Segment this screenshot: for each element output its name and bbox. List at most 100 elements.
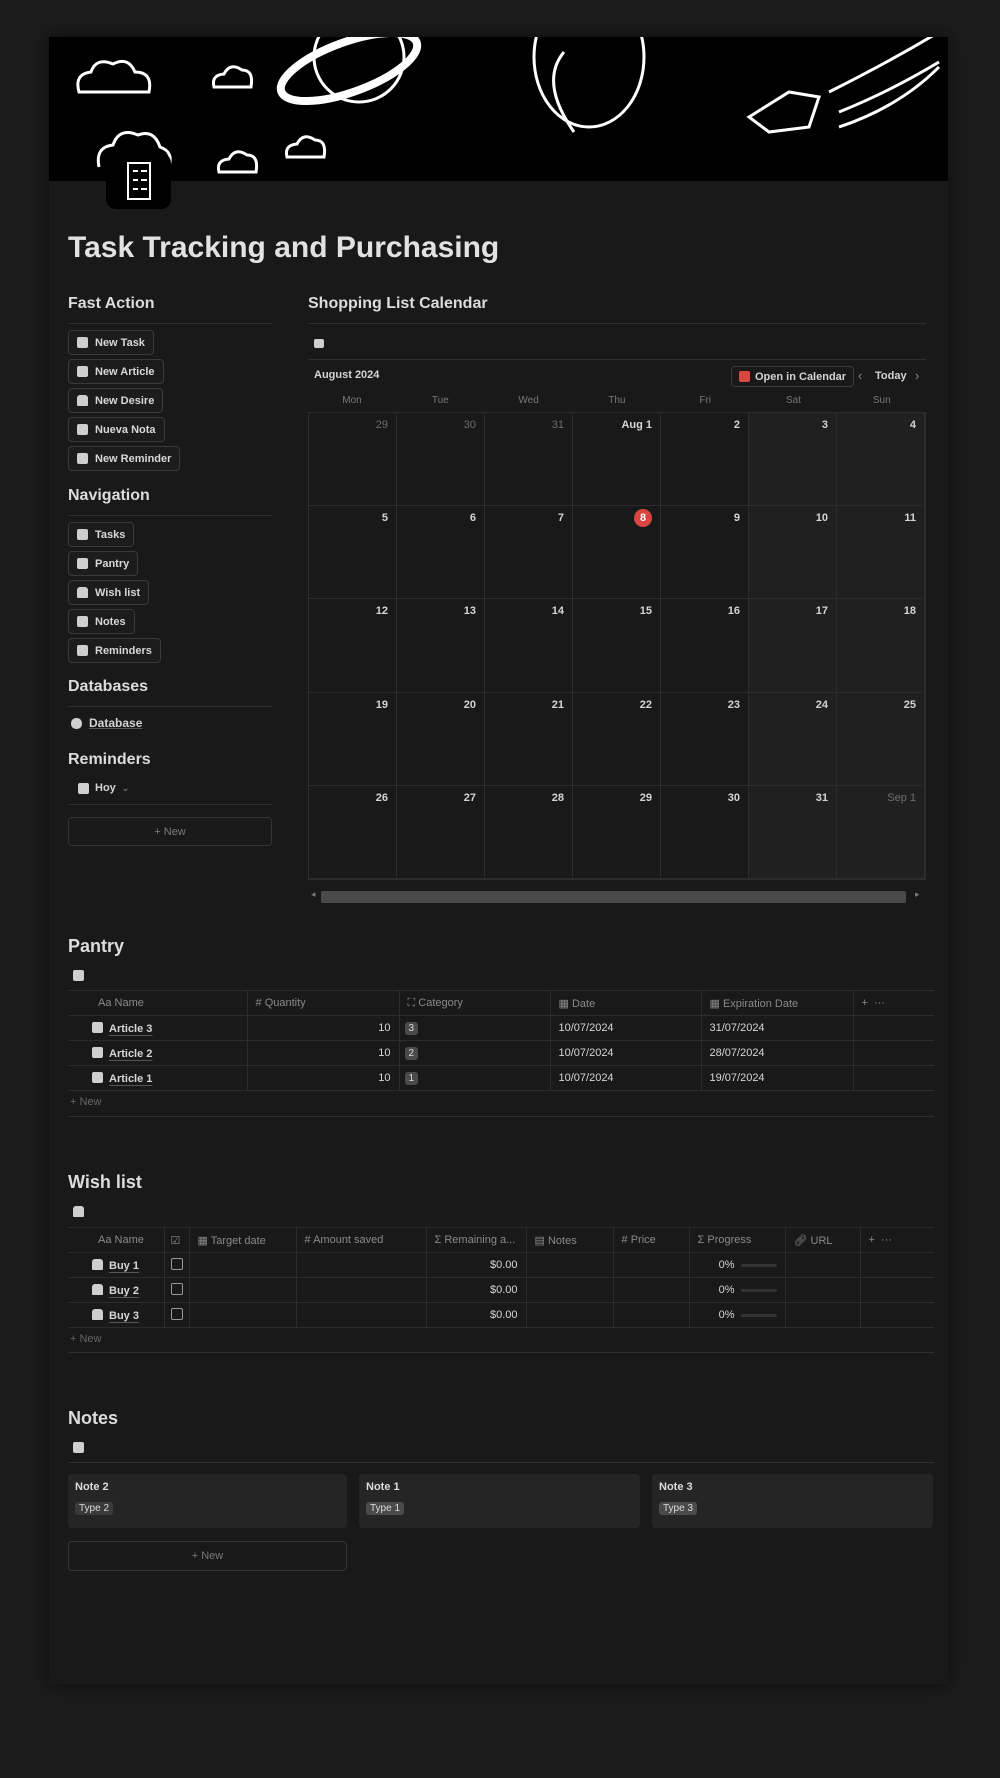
calendar-day-cell[interactable]: 30	[397, 413, 485, 507]
new-reminder-button[interactable]: New Reminder	[68, 446, 181, 471]
price-cell[interactable]	[613, 1252, 690, 1278]
calendar-day-cell[interactable]: 14	[485, 599, 573, 693]
expiration-cell[interactable]: 28/07/2024	[701, 1040, 854, 1066]
nav-tasks[interactable]: Tasks	[68, 522, 135, 547]
scroll-right-icon[interactable]: ▸	[915, 889, 920, 900]
nueva-nota-button[interactable]: Nueva Nota	[68, 417, 165, 442]
expiration-cell[interactable]: 19/07/2024	[701, 1065, 854, 1091]
calendar-day-cell[interactable]: 31	[749, 785, 837, 879]
name-cell[interactable]: Article 2	[68, 1040, 248, 1066]
column-header-price[interactable]: # Price	[613, 1227, 690, 1253]
name-cell[interactable]: Buy 1	[68, 1252, 165, 1278]
notes-cell[interactable]	[526, 1302, 614, 1328]
row-name[interactable]: Buy 3	[109, 1310, 139, 1322]
target-date-cell[interactable]	[189, 1277, 297, 1303]
pantry-new-row-button[interactable]: + New	[70, 1096, 102, 1108]
notes-cell[interactable]	[526, 1252, 614, 1278]
column-header-progress[interactable]: Σ Progress	[689, 1227, 786, 1253]
calendar-day-cell[interactable]: 10	[749, 506, 837, 600]
new-task-button[interactable]: New Task	[68, 330, 154, 355]
quantity-cell[interactable]: 10	[247, 1065, 400, 1091]
name-cell[interactable]: Article 3	[68, 1015, 248, 1041]
page-icon-checklist[interactable]	[106, 153, 171, 209]
open-in-calendar-button[interactable]: Open in Calendar	[731, 366, 855, 387]
amount-saved-cell[interactable]	[296, 1302, 427, 1328]
wishlist-new-row-button[interactable]: + New	[70, 1333, 102, 1345]
column-header-date[interactable]: ▦ Date	[550, 990, 702, 1016]
name-cell[interactable]: Buy 2	[68, 1277, 165, 1303]
note-card[interactable]: Note 3 Type 3	[652, 1474, 933, 1528]
calendar-day-cell[interactable]: 29	[573, 785, 661, 879]
calendar-day-cell[interactable]: 27	[397, 785, 485, 879]
calendar-day-cell[interactable]: 19	[309, 692, 397, 786]
table-row[interactable]: Article 1 10 1 10/07/2024 19/07/2024	[68, 1065, 934, 1091]
notes-cell[interactable]	[526, 1277, 614, 1303]
amount-saved-cell[interactable]	[296, 1252, 427, 1278]
new-article-button[interactable]: New Article	[68, 359, 164, 384]
calendar-day-cell[interactable]: 13	[397, 599, 485, 693]
note-card[interactable]: Note 1 Type 1	[359, 1474, 640, 1528]
column-header-notes[interactable]: ▤ Notes	[526, 1227, 614, 1253]
new-desire-button[interactable]: New Desire	[68, 388, 164, 413]
price-cell[interactable]	[613, 1302, 690, 1328]
calendar-day-cell[interactable]: 12	[309, 599, 397, 693]
row-name[interactable]: Article 3	[109, 1023, 152, 1035]
date-cell[interactable]: 10/07/2024	[550, 1040, 702, 1066]
date-cell[interactable]: 10/07/2024	[550, 1065, 702, 1091]
table-row[interactable]: Article 2 10 2 10/07/2024 28/07/2024	[68, 1040, 934, 1066]
calendar-day-cell[interactable]: 25	[837, 692, 925, 786]
category-cell[interactable]: 2	[399, 1040, 551, 1066]
name-cell[interactable]: Article 1	[68, 1065, 248, 1091]
calendar-day-cell[interactable]: 3	[749, 413, 837, 507]
calendar-day-cell[interactable]: 30	[661, 785, 749, 879]
column-header-quantity[interactable]: # Quantity	[247, 990, 400, 1016]
calendar-day-cell[interactable]: 26	[309, 785, 397, 879]
calendar-day-cell[interactable]: 18	[837, 599, 925, 693]
reminders-view-selector[interactable]: Hoy ⌄	[78, 782, 129, 794]
calendar-day-cell[interactable]: 16	[661, 599, 749, 693]
calendar-day-cell[interactable]: 31	[485, 413, 573, 507]
nav-reminders[interactable]: Reminders	[68, 638, 161, 663]
calendar-day-cell[interactable]: 6	[397, 506, 485, 600]
today-button[interactable]: Today	[875, 370, 907, 382]
column-header-category[interactable]: ⛶ Category	[399, 990, 551, 1016]
calendar-day-cell[interactable]: 15	[573, 599, 661, 693]
expiration-cell[interactable]: 31/07/2024	[701, 1015, 854, 1041]
calendar-day-cell[interactable]: 21	[485, 692, 573, 786]
calendar-view-icon[interactable]	[314, 339, 324, 348]
column-header-name[interactable]: Aa Name	[68, 990, 248, 1016]
row-name[interactable]: Article 1	[109, 1073, 152, 1085]
prev-month-button[interactable]: ‹	[858, 368, 862, 383]
column-header-expiration[interactable]: ▦ Expiration Date	[701, 990, 854, 1016]
url-cell[interactable]	[785, 1302, 861, 1328]
category-cell[interactable]: 3	[399, 1015, 551, 1041]
calendar-day-cell[interactable]: 22	[573, 692, 661, 786]
calendar-day-cell[interactable]: 23	[661, 692, 749, 786]
notes-new-button[interactable]: + New	[68, 1541, 347, 1571]
calendar-day-cell[interactable]: 7	[485, 506, 573, 600]
column-header-url[interactable]: 🔗︎ URL	[785, 1227, 861, 1253]
calendar-day-cell[interactable]: 20	[397, 692, 485, 786]
row-name[interactable]: Buy 1	[109, 1260, 139, 1272]
calendar-day-cell[interactable]: 28	[485, 785, 573, 879]
target-date-cell[interactable]	[189, 1302, 297, 1328]
category-cell[interactable]: 1	[399, 1065, 551, 1091]
calendar-day-cell[interactable]: 11	[837, 506, 925, 600]
next-month-button[interactable]: ›	[915, 368, 919, 383]
add-column-button[interactable]: + ···	[860, 1227, 934, 1253]
column-header-checkbox[interactable]: ☑	[164, 1227, 190, 1253]
table-row[interactable]: Buy 3 $0.00 0%	[68, 1302, 934, 1328]
calendar-day-cell[interactable]: 4	[837, 413, 925, 507]
checkbox[interactable]	[170, 1257, 183, 1270]
amount-saved-cell[interactable]	[296, 1277, 427, 1303]
scroll-left-icon[interactable]: ◂	[311, 889, 316, 900]
date-cell[interactable]: 10/07/2024	[550, 1015, 702, 1041]
table-row[interactable]: Buy 2 $0.00 0%	[68, 1277, 934, 1303]
calendar-day-cell[interactable]: Aug 1	[573, 413, 661, 507]
name-cell[interactable]: Buy 3	[68, 1302, 165, 1328]
quantity-cell[interactable]: 10	[247, 1040, 400, 1066]
table-row[interactable]: Buy 1 $0.00 0%	[68, 1252, 934, 1278]
calendar-day-cell[interactable]: 5	[309, 506, 397, 600]
calendar-day-cell[interactable]: 24	[749, 692, 837, 786]
nav-wish-list[interactable]: Wish list	[68, 580, 150, 605]
